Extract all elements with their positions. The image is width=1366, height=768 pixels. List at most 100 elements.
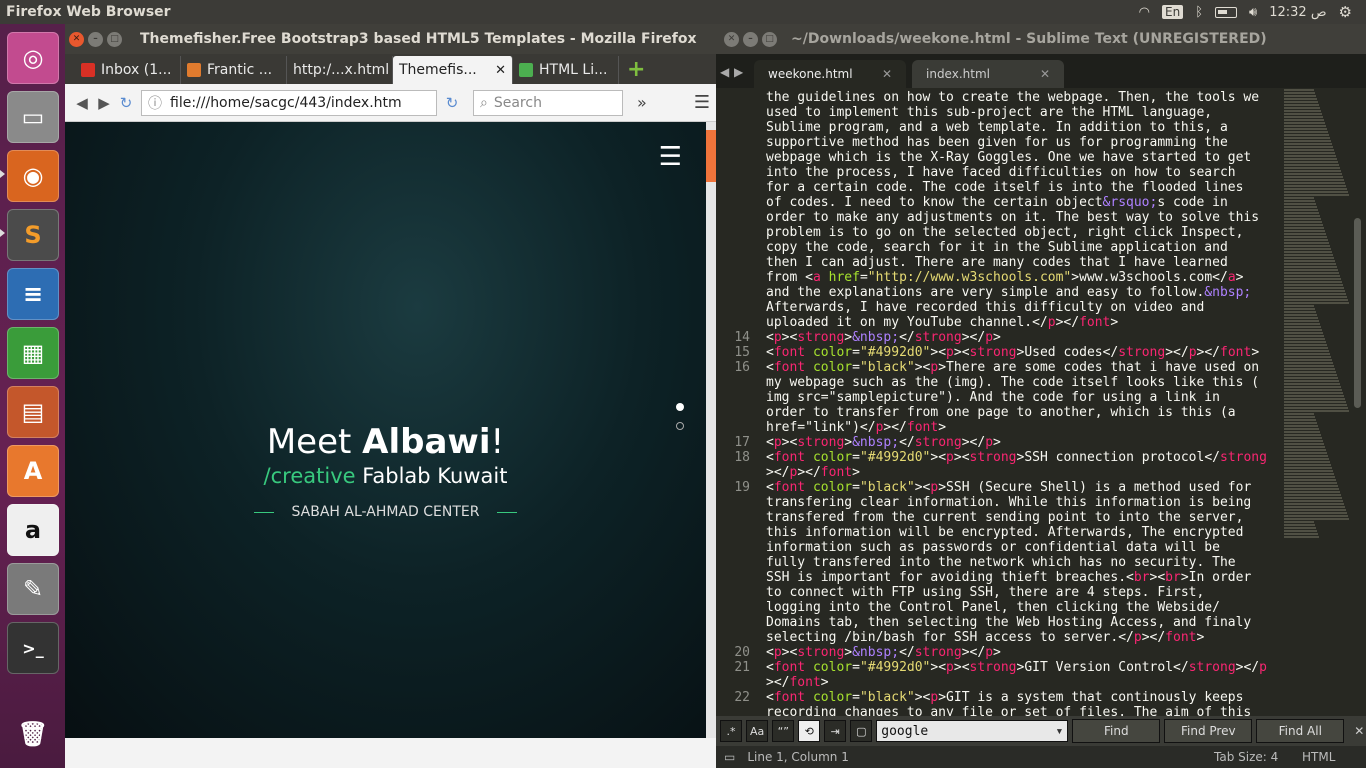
search-box[interactable]: ⌕ Search — [473, 89, 623, 116]
code-line[interactable]: <p><strong>&nbsp;</strong></p> — [766, 435, 1001, 450]
close-tab-icon[interactable]: ✕ — [1040, 67, 1050, 81]
maximize-window-button[interactable]: □ — [107, 31, 122, 47]
software-center-icon[interactable]: A — [7, 445, 59, 497]
firefox-icon[interactable]: ◉ — [7, 150, 59, 202]
code-line[interactable]: recording changes to any file or set of … — [766, 705, 1251, 716]
code-line[interactable]: logging into the Control Panel, then cli… — [766, 600, 1220, 615]
close-window-button[interactable]: ✕ — [69, 31, 84, 47]
code-line[interactable]: ></p></font> — [766, 465, 860, 480]
minimize-window-button[interactable]: – — [88, 31, 103, 47]
find-all-button[interactable]: Find All — [1256, 719, 1345, 743]
code-line[interactable]: <p><strong>&nbsp;</strong></p> — [766, 645, 1001, 660]
menu-hamburger-icon[interactable]: ☰ — [694, 92, 710, 113]
sublime-text-icon[interactable]: S — [7, 209, 59, 261]
tab-html-links[interactable]: HTML Li... — [513, 56, 619, 84]
code-line[interactable]: this information will be encrypted. Afte… — [766, 525, 1243, 540]
tab-right-arrow-icon[interactable]: ▶ — [734, 65, 748, 79]
code-line[interactable]: used to implement this sub-project are t… — [766, 105, 1212, 120]
find-input[interactable]: google ▾ — [876, 720, 1069, 742]
code-line[interactable]: Afterwards, I have recorded this difficu… — [766, 300, 1204, 315]
editor-scrollbar[interactable] — [1354, 88, 1362, 716]
chevron-down-icon[interactable]: ▾ — [1055, 724, 1063, 739]
code-line[interactable]: <font color="black"><p>SSH (Secure Shell… — [766, 480, 1251, 495]
code-line[interactable]: for a certain code. The code itself is i… — [766, 180, 1243, 195]
code-line[interactable]: <font color="#4992d0"><p><strong>GIT Ver… — [766, 660, 1267, 675]
code-line[interactable]: to connect with FTP using SSH, there are… — [766, 585, 1204, 600]
code-line[interactable]: from <a href="http://www.w3schools.com">… — [766, 270, 1243, 285]
code-line[interactable]: <p><strong>&nbsp;</strong></p> — [766, 330, 1001, 345]
code-line[interactable]: my webpage such as the (img). The code i… — [766, 375, 1259, 390]
syntax-indicator[interactable]: HTML — [1302, 750, 1366, 764]
clock[interactable]: 12:32 ص — [1269, 5, 1326, 20]
url-bar[interactable]: ⓘ file:///home/sacgc/443/index.htm — [141, 89, 437, 116]
writer-icon[interactable]: ≡ — [7, 268, 59, 320]
calc-icon[interactable]: ▦ — [7, 327, 59, 379]
slider-dot-active[interactable] — [676, 403, 684, 411]
panel-toggle-icon[interactable]: ▭ — [724, 750, 735, 764]
tab-themefisher[interactable]: Themefis... ✕ — [393, 56, 513, 84]
close-tab-icon[interactable]: ✕ — [882, 67, 892, 81]
code-line[interactable]: href="link")</p></font> — [766, 420, 946, 435]
maximize-window-button[interactable]: □ — [762, 31, 777, 47]
code-line[interactable]: Domains tab, then selecting the Web Host… — [766, 615, 1251, 630]
close-find-icon[interactable]: ✕ — [1354, 724, 1364, 738]
tab-size-indicator[interactable]: Tab Size: 4 — [1214, 750, 1302, 764]
find-prev-button[interactable]: Find Prev — [1164, 719, 1253, 743]
site-info-icon[interactable]: ⓘ — [148, 93, 162, 113]
code-line[interactable]: ></font> — [766, 675, 829, 690]
minimize-window-button[interactable]: – — [743, 31, 758, 47]
close-tab-icon[interactable]: ✕ — [491, 63, 506, 78]
highlight-matches-toggle-icon[interactable]: ▢ — [850, 720, 873, 742]
whole-word-toggle[interactable]: “” — [772, 720, 795, 742]
site-menu-icon[interactable]: ☰ — [659, 142, 682, 172]
case-sensitive-toggle[interactable]: Aa — [746, 720, 769, 742]
overflow-chevron-icon[interactable]: » — [637, 93, 647, 112]
code-line[interactable]: fully transfered into the network which … — [766, 555, 1236, 570]
find-query[interactable]: google — [881, 724, 928, 739]
impress-icon[interactable]: ▤ — [7, 386, 59, 438]
in-selection-toggle-icon[interactable]: ⇥ — [824, 720, 847, 742]
tab-index[interactable]: index.html ✕ — [912, 60, 1064, 88]
code-line[interactable]: selecting /bin/bash for SSH access to se… — [766, 630, 1204, 645]
regex-toggle[interactable]: .* — [720, 720, 742, 742]
code-line[interactable]: transfering clear information. While thi… — [766, 495, 1251, 510]
files-icon[interactable]: ▭ — [7, 91, 59, 143]
minimap[interactable] — [1280, 88, 1352, 716]
code-line[interactable]: order to transfer from one page to anoth… — [766, 405, 1236, 420]
code-line[interactable]: order to make any adjustments on it. The… — [766, 210, 1259, 225]
code-line[interactable]: img src="samplepicture"). And the code f… — [766, 390, 1220, 405]
bluetooth-icon[interactable]: ᛒ — [1195, 5, 1203, 20]
keyboard-layout-indicator[interactable]: En — [1162, 5, 1184, 19]
close-window-button[interactable]: ✕ — [724, 31, 739, 47]
code-line[interactable]: <font color="black"><p>GIT is a system t… — [766, 690, 1243, 705]
trash-icon[interactable]: 🗑︎ — [7, 708, 59, 760]
find-button[interactable]: Find — [1072, 719, 1161, 743]
code-line[interactable]: webpage which is the X-Ray Goggles. One … — [766, 150, 1251, 165]
tab-left-arrow-icon[interactable]: ◀ — [720, 65, 734, 79]
reload-icon[interactable]: ↻ — [115, 90, 137, 116]
code-line[interactable]: uploaded it on my YouTube channel.</p></… — [766, 315, 1118, 330]
code-line[interactable]: and the explanations are very simple and… — [766, 285, 1251, 300]
code-line[interactable]: copy the code, search for it in the Subl… — [766, 240, 1228, 255]
urlbar-reload-icon[interactable]: ↻ — [441, 90, 463, 116]
terminal-icon[interactable]: >_ — [7, 622, 59, 674]
volume-icon[interactable]: 🔊︎ — [1249, 5, 1257, 20]
code-line[interactable]: supportive method has been given for us … — [766, 135, 1228, 150]
forward-icon[interactable]: ▶ — [93, 90, 115, 116]
new-tab-button[interactable]: + — [627, 57, 645, 82]
code-line[interactable]: then I can adjust. There are many codes … — [766, 255, 1228, 270]
system-settings-icon[interactable]: ✎ — [7, 563, 59, 615]
back-icon[interactable]: ◀ — [71, 90, 93, 116]
code-line[interactable]: SSH is important for avoiding thieft bre… — [766, 570, 1251, 585]
code-line[interactable]: into the process, I have faced difficult… — [766, 165, 1236, 180]
wifi-icon[interactable]: ◠ — [1139, 5, 1150, 20]
code-line[interactable]: Sublime program, and a web template. In … — [766, 120, 1228, 135]
tab-inbox[interactable]: Inbox (1... — [75, 56, 181, 84]
amazon-icon[interactable]: a — [7, 504, 59, 556]
tab-local-file[interactable]: http:/...x.html — [287, 56, 393, 84]
session-gear-icon[interactable]: ⚙ — [1339, 3, 1352, 21]
wrap-toggle-icon[interactable]: ⟲ — [798, 720, 821, 742]
page-scrollbar[interactable] — [706, 122, 716, 738]
code-editor[interactable]: the guidelines on how to create the webp… — [716, 88, 1276, 716]
code-line[interactable]: <font color="#4992d0"><p><strong>Used co… — [766, 345, 1259, 360]
